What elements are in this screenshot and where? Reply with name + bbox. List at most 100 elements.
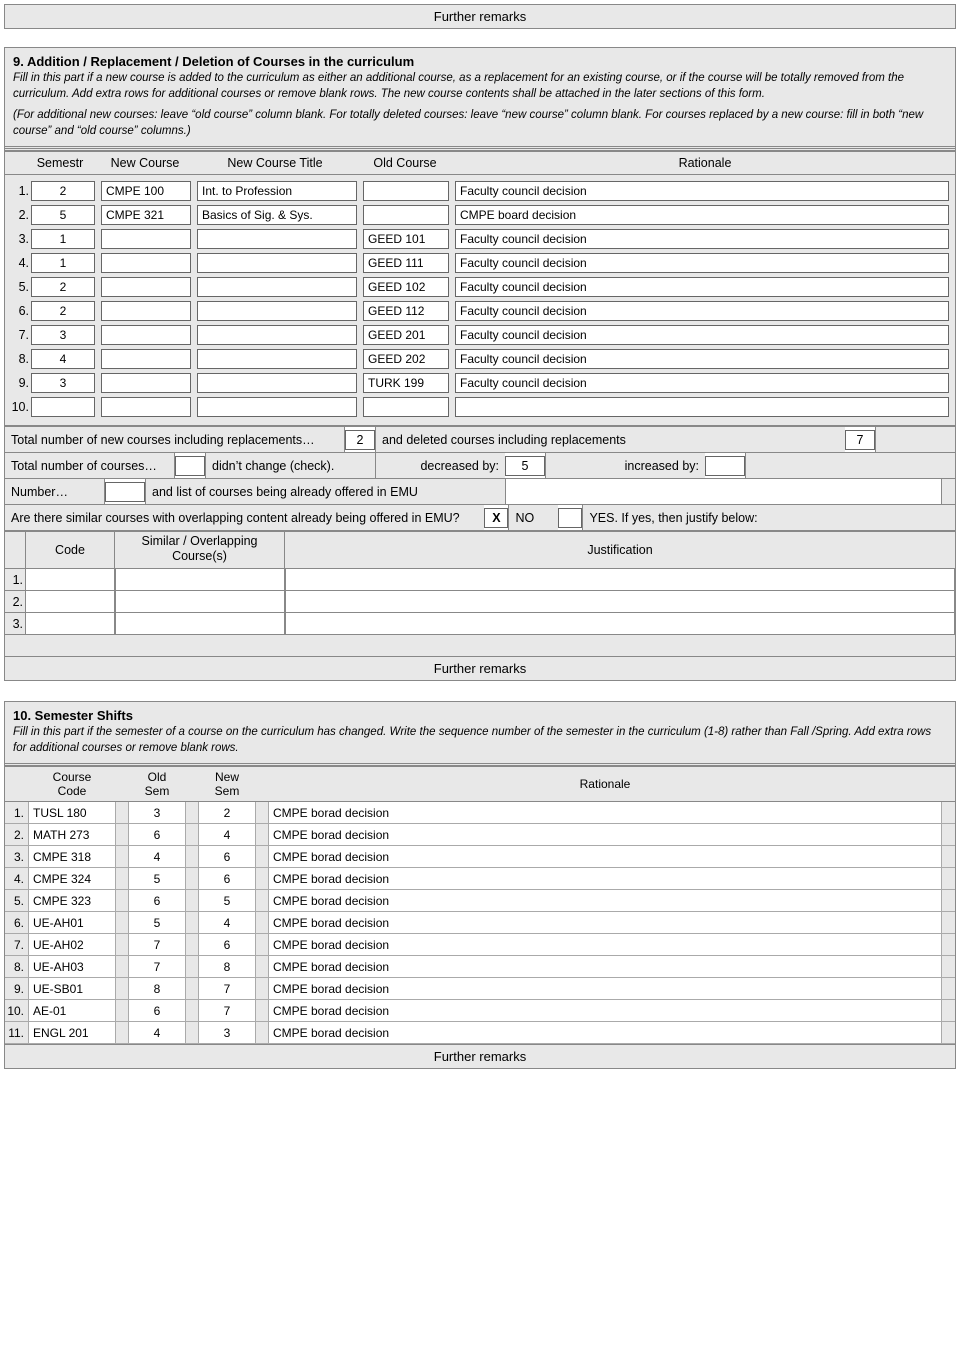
cell-semester[interactable]: 1	[31, 229, 95, 249]
cell-rationale[interactable]: Faculty council decision	[455, 301, 949, 321]
shift-code[interactable]: TUSL 180	[29, 802, 115, 823]
overlap-yes-check[interactable]	[558, 508, 582, 528]
shift-new-sem[interactable]: 3	[199, 1022, 255, 1043]
shift-code[interactable]: UE-AH01	[29, 912, 115, 933]
shift-new-sem[interactable]: 5	[199, 890, 255, 911]
shift-code[interactable]: AE-01	[29, 1000, 115, 1021]
shift-new-sem[interactable]: 6	[199, 868, 255, 889]
cell-new-title[interactable]	[197, 325, 357, 345]
shift-new-sem[interactable]: 2	[199, 802, 255, 823]
cell-new-course[interactable]: CMPE 321	[101, 205, 191, 225]
sum-inc-val[interactable]	[705, 456, 745, 476]
cell-old-course[interactable]: GEED 201	[363, 325, 449, 345]
shift-old-sem[interactable]: 7	[129, 956, 185, 977]
shift-code[interactable]: ENGL 201	[29, 1022, 115, 1043]
shift-old-sem[interactable]: 6	[129, 890, 185, 911]
shift-code[interactable]: UE-AH02	[29, 934, 115, 955]
cell-semester[interactable]: 4	[31, 349, 95, 369]
justify-overlap[interactable]	[115, 569, 285, 590]
sum-del-val[interactable]: 7	[845, 430, 875, 450]
cell-new-title[interactable]	[197, 373, 357, 393]
shift-rationale[interactable]: CMPE borad decision	[269, 912, 941, 933]
cell-rationale[interactable]: CMPE board decision	[455, 205, 949, 225]
cell-rationale[interactable]: Faculty council decision	[455, 253, 949, 273]
cell-semester[interactable]: 1	[31, 253, 95, 273]
sum-list-field[interactable]	[505, 479, 941, 504]
shift-old-sem[interactable]: 7	[129, 934, 185, 955]
cell-new-title[interactable]	[197, 277, 357, 297]
shift-rationale[interactable]: CMPE borad decision	[269, 890, 941, 911]
cell-rationale[interactable]: Faculty council decision	[455, 373, 949, 393]
justify-overlap[interactable]	[115, 613, 285, 634]
cell-semester[interactable]	[31, 397, 95, 417]
shift-rationale[interactable]: CMPE borad decision	[269, 956, 941, 977]
cell-new-course[interactable]: CMPE 100	[101, 181, 191, 201]
cell-old-course[interactable]: GEED 202	[363, 349, 449, 369]
cell-new-course[interactable]	[101, 229, 191, 249]
cell-old-course[interactable]: GEED 101	[363, 229, 449, 249]
cell-rationale[interactable]: Faculty council decision	[455, 349, 949, 369]
cell-new-course[interactable]	[101, 301, 191, 321]
shift-rationale[interactable]: CMPE borad decision	[269, 802, 941, 823]
shift-new-sem[interactable]: 6	[199, 846, 255, 867]
cell-new-title[interactable]	[197, 253, 357, 273]
cell-new-title[interactable]: Int. to Profession	[197, 181, 357, 201]
shift-rationale[interactable]: CMPE borad decision	[269, 846, 941, 867]
shift-old-sem[interactable]: 6	[129, 1000, 185, 1021]
shift-rationale[interactable]: CMPE borad decision	[269, 978, 941, 999]
shift-rationale[interactable]: CMPE borad decision	[269, 1022, 941, 1043]
cell-new-title[interactable]	[197, 349, 357, 369]
cell-new-course[interactable]	[101, 397, 191, 417]
sum-num-val[interactable]	[105, 482, 145, 502]
cell-old-course[interactable]: GEED 112	[363, 301, 449, 321]
sum-new-val[interactable]: 2	[345, 430, 375, 450]
cell-semester[interactable]: 3	[31, 325, 95, 345]
shift-old-sem[interactable]: 4	[129, 1022, 185, 1043]
cell-rationale[interactable]: Faculty council decision	[455, 325, 949, 345]
shift-old-sem[interactable]: 5	[129, 912, 185, 933]
justify-text[interactable]	[285, 569, 955, 590]
cell-new-title[interactable]	[197, 229, 357, 249]
shift-new-sem[interactable]: 6	[199, 934, 255, 955]
shift-old-sem[interactable]: 3	[129, 802, 185, 823]
cell-semester[interactable]: 2	[31, 181, 95, 201]
cell-semester[interactable]: 2	[31, 277, 95, 297]
cell-new-course[interactable]	[101, 349, 191, 369]
shift-old-sem[interactable]: 5	[129, 868, 185, 889]
sum-nochange-box[interactable]	[175, 456, 205, 476]
justify-overlap[interactable]	[115, 591, 285, 612]
shift-code[interactable]: MATH 273	[29, 824, 115, 845]
cell-semester[interactable]: 5	[31, 205, 95, 225]
cell-old-course[interactable]	[363, 205, 449, 225]
justify-text[interactable]	[285, 591, 955, 612]
sum-dec-val[interactable]: 5	[505, 456, 545, 476]
cell-semester[interactable]: 3	[31, 373, 95, 393]
cell-new-course[interactable]	[101, 253, 191, 273]
shift-new-sem[interactable]: 4	[199, 824, 255, 845]
shift-old-sem[interactable]: 4	[129, 846, 185, 867]
shift-old-sem[interactable]: 8	[129, 978, 185, 999]
cell-new-title[interactable]	[197, 397, 357, 417]
cell-old-course[interactable]	[363, 397, 449, 417]
shift-code[interactable]: CMPE 323	[29, 890, 115, 911]
cell-rationale[interactable]: Faculty council decision	[455, 229, 949, 249]
cell-rationale[interactable]	[455, 397, 949, 417]
shift-old-sem[interactable]: 6	[129, 824, 185, 845]
cell-rationale[interactable]: Faculty council decision	[455, 181, 949, 201]
justify-text[interactable]	[285, 613, 955, 634]
cell-new-title[interactable]	[197, 301, 357, 321]
shift-rationale[interactable]: CMPE borad decision	[269, 824, 941, 845]
shift-new-sem[interactable]: 7	[199, 978, 255, 999]
shift-code[interactable]: CMPE 318	[29, 846, 115, 867]
cell-old-course[interactable]	[363, 181, 449, 201]
cell-old-course[interactable]: TURK 199	[363, 373, 449, 393]
justify-code[interactable]	[25, 591, 115, 612]
cell-rationale[interactable]: Faculty council decision	[455, 277, 949, 297]
shift-rationale[interactable]: CMPE borad decision	[269, 868, 941, 889]
cell-new-course[interactable]	[101, 373, 191, 393]
cell-new-title[interactable]: Basics of Sig. & Sys.	[197, 205, 357, 225]
cell-old-course[interactable]: GEED 102	[363, 277, 449, 297]
justify-code[interactable]	[25, 569, 115, 590]
shift-new-sem[interactable]: 8	[199, 956, 255, 977]
shift-code[interactable]: CMPE 324	[29, 868, 115, 889]
